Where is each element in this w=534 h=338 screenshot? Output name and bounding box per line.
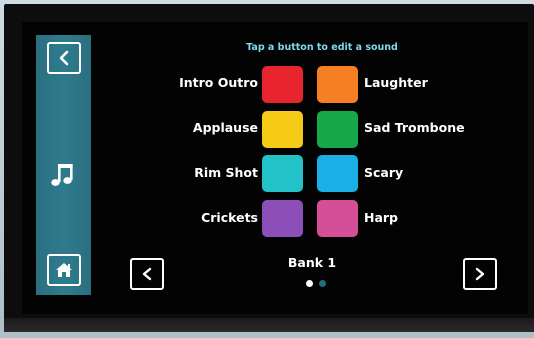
next-bank-button[interactable]: [463, 258, 497, 290]
pad-label-intro-outro: Intro Outro: [179, 75, 258, 90]
sound-pad-applause[interactable]: [262, 111, 303, 148]
chevron-left-icon: [59, 50, 69, 66]
pad-label-laughter: Laughter: [364, 75, 428, 90]
device-frame: Tap a button to edit a sound Intro Outro…: [0, 0, 534, 338]
bank-title: Bank 1: [287, 255, 337, 270]
pad-label-harp: Harp: [364, 210, 399, 225]
home-icon: [56, 263, 72, 277]
sound-pad-laughter[interactable]: [317, 66, 358, 103]
app-screen: Tap a button to edit a sound Intro Outro…: [22, 22, 528, 314]
sound-pad-harp[interactable]: [317, 200, 358, 237]
sound-pad-intro-outro[interactable]: [262, 66, 303, 103]
page-dot-active: [306, 280, 313, 287]
pad-label-rim-shot: Rim Shot: [194, 165, 258, 180]
home-button[interactable]: [47, 254, 81, 286]
bezel-bottom-edge: [4, 318, 534, 332]
sound-pad-scary[interactable]: [317, 155, 358, 192]
pad-label-crickets: Crickets: [201, 210, 258, 225]
chevron-left-icon: [142, 267, 152, 281]
pad-label-applause: Applause: [192, 120, 258, 135]
previous-bank-button[interactable]: [130, 258, 164, 290]
music-note-icon: [51, 164, 73, 186]
instruction-text: Tap a button to edit a sound: [246, 42, 398, 53]
chevron-right-icon: [475, 267, 485, 281]
back-button[interactable]: [47, 42, 81, 74]
page-dot-inactive: [319, 280, 326, 287]
sound-pad-sad-trombone[interactable]: [317, 111, 358, 148]
sidebar: [36, 35, 91, 295]
pad-label-scary: Scary: [364, 165, 404, 180]
sound-pad-rim-shot[interactable]: [262, 155, 303, 192]
pad-label-sad-trombone: Sad Trombone: [364, 120, 465, 135]
sound-pad-crickets[interactable]: [262, 200, 303, 237]
